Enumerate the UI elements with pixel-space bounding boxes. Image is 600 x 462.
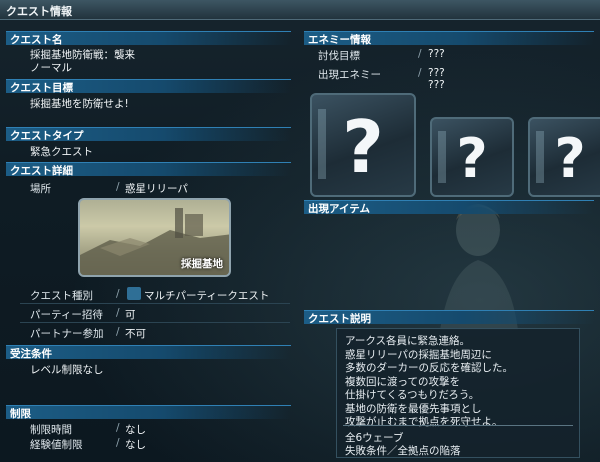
divider <box>20 303 290 304</box>
partner-value: 不可 <box>125 328 146 340</box>
description-line: 攻撃が止むまで拠点を死守せよ。 <box>345 416 503 428</box>
section-header-enemy-info: エネミー情報 <box>304 31 594 46</box>
enemy-slot-1[interactable]: ? <box>310 93 416 197</box>
description-line: 惑星リリーパの採掘基地周辺に <box>345 348 492 361</box>
fail-condition: 失敗条件／全拠点の陥落 <box>345 445 461 457</box>
description-line: 仕掛けてくるつもりだろう。 <box>345 389 480 401</box>
quest-goal-value: 採掘基地を防衛せよ! <box>30 98 129 110</box>
separator-slash: / <box>116 307 120 319</box>
section-header-quest-type: クエストタイプ <box>6 127 291 142</box>
enemy-slot-3[interactable]: ? <box>528 117 600 197</box>
section-title: クエスト説明 <box>308 313 371 325</box>
multi-party-icon <box>127 287 141 300</box>
location-value: 惑星リリーパ <box>125 183 188 195</box>
description-line: 多数のダーカーの反応を確認した。 <box>345 362 513 374</box>
divider <box>343 425 573 426</box>
section-header-limits: 制限 <box>6 405 291 420</box>
separator-slash: / <box>418 67 422 79</box>
section-title: 出現アイテム <box>308 203 370 215</box>
separator-slash: / <box>116 422 120 434</box>
section-title: クエストタイプ <box>10 130 84 142</box>
quest-kind-value: マルチパーティークエスト <box>144 290 270 302</box>
section-header-conditions: 受注条件 <box>6 345 291 360</box>
separator-slash: / <box>116 181 120 193</box>
window-title-bar: クエスト情報 <box>0 0 600 20</box>
section-title: 受注条件 <box>10 348 52 360</box>
section-header-quest-name: クエスト名 <box>6 31 291 46</box>
description-line: 複数回に渡っての攻撃を <box>345 375 460 388</box>
section-title: クエスト目標 <box>10 82 73 94</box>
exp-limit-label: 経験値制限 <box>30 439 83 451</box>
section-title: クエスト名 <box>10 34 63 46</box>
conditions-value: レベル制限なし <box>30 364 104 376</box>
time-limit-value: なし <box>125 424 146 436</box>
section-title: エネミー情報 <box>308 34 371 46</box>
party-invite-value: 可 <box>125 309 136 321</box>
partner-label: パートナー参加 <box>30 328 104 340</box>
section-title: クエスト詳細 <box>10 165 73 177</box>
section-header-quest-goal: クエスト目標 <box>6 79 291 94</box>
window-title: クエスト情報 <box>6 5 72 18</box>
target-value: ??? <box>428 48 445 60</box>
party-invite-label: パーティー招待 <box>30 309 103 321</box>
exp-limit-value: なし <box>125 439 146 451</box>
appear-enemy-value-2: ??? <box>428 79 445 91</box>
appear-enemy-label: 出現エネミー <box>318 69 381 81</box>
section-header-items: 出現アイテム <box>304 200 594 215</box>
quest-type-value: 緊急クエスト <box>30 146 93 158</box>
appear-enemy-value-1: ??? <box>428 67 445 79</box>
description-line: アークス各員に緊急連絡。 <box>345 335 471 347</box>
quest-kind-label: クエスト種別 <box>30 290 93 302</box>
description-line: 基地の防衛を最優先事項とし <box>345 402 482 415</box>
time-limit-label: 制限時間 <box>30 424 72 436</box>
section-header-description: クエスト説明 <box>304 310 594 325</box>
unknown-enemy-icon: ? <box>554 127 586 190</box>
divider <box>20 322 290 323</box>
separator-slash: / <box>116 288 120 300</box>
separator-slash: / <box>116 437 120 449</box>
description-panel: アークス各員に緊急連絡。 惑星リリーパの採掘基地周辺に 多数のダーカーの反応を確… <box>336 328 580 458</box>
separator-slash: / <box>418 48 422 60</box>
section-title: 制限 <box>10 408 31 420</box>
target-label: 討伐目標 <box>318 50 360 62</box>
quest-difficulty-value: ノーマル <box>30 62 72 74</box>
section-header-quest-detail: クエスト詳細 <box>6 162 291 177</box>
thumbnail-caption: 採掘基地 <box>181 258 223 270</box>
description-text: アークス各員に緊急連絡。 惑星リリーパの採掘基地周辺に 多数のダーカーの反応を確… <box>345 335 513 430</box>
unknown-enemy-icon: ? <box>456 127 488 190</box>
enemy-slot-2[interactable]: ? <box>430 117 514 197</box>
unknown-enemy-icon: ? <box>342 105 384 189</box>
location-label: 場所 <box>30 183 51 195</box>
location-thumbnail: 採掘基地 <box>78 198 231 277</box>
separator-slash: / <box>116 326 120 338</box>
